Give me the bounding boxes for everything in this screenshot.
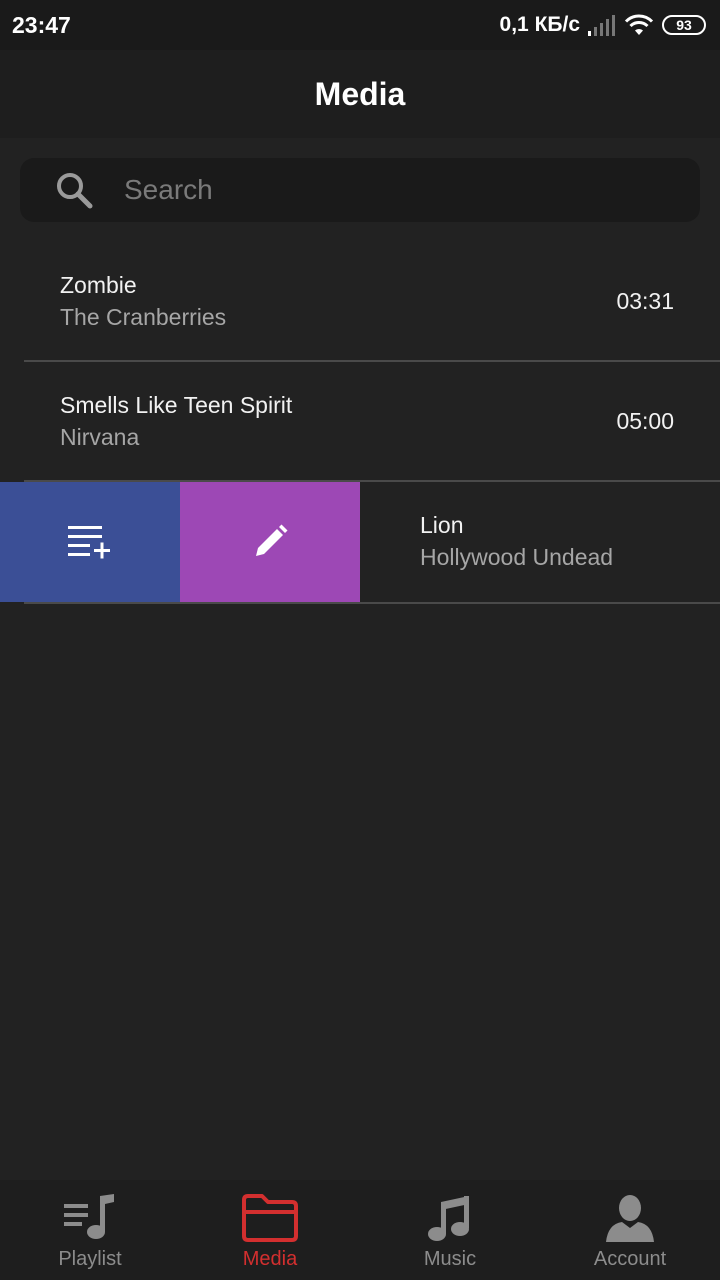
page-title: Media <box>314 75 406 112</box>
track-title: Zombie <box>60 272 137 298</box>
search-bar[interactable] <box>20 158 700 222</box>
track-artist: Nirvana <box>60 424 140 450</box>
edit-track-button[interactable] <box>180 482 360 602</box>
network-speed: 0,1 КБ/с <box>499 13 580 36</box>
account-icon <box>606 1195 654 1242</box>
pencil-icon <box>256 524 288 556</box>
add-to-playlist-button[interactable] <box>0 482 180 602</box>
folder-icon <box>242 1194 298 1242</box>
nav-item-music[interactable]: Music <box>360 1180 540 1280</box>
track-duration: 03:31 <box>616 288 674 314</box>
status-time: 23:47 <box>12 11 71 38</box>
track-title: Lion <box>420 512 464 538</box>
app-bar: Media <box>0 50 720 138</box>
search-input[interactable] <box>122 164 700 216</box>
track-row-smells-like-teen-spirit[interactable]: Smells Like Teen Spirit Nirvana 05:00 <box>24 362 720 482</box>
search-icon <box>57 173 93 209</box>
track-row-zombie[interactable]: Zombie The Cranberries 03:31 <box>24 242 720 362</box>
track-row-lion-swiped[interactable]: Lion Hollywood Undead <box>0 482 720 604</box>
track-artist: Hollywood Undead <box>420 544 614 570</box>
music-note-icon <box>428 1196 469 1241</box>
track-list: Zombie The Cranberries 03:31 Smells Like… <box>0 242 720 604</box>
nav-label-playlist: Playlist <box>58 1248 122 1270</box>
nav-item-media[interactable]: Media <box>180 1180 360 1280</box>
track-duration: 05:00 <box>616 408 674 434</box>
playlist-add-icon <box>68 526 110 559</box>
nav-item-playlist[interactable]: Playlist <box>0 1180 180 1280</box>
signal-icon <box>588 15 615 36</box>
row-divider <box>24 602 720 604</box>
status-bar: 23:47 0,1 КБ/с 93 <box>0 0 720 50</box>
nav-label-media: Media <box>242 1248 298 1270</box>
wifi-icon <box>624 14 654 35</box>
nav-label-music: Music <box>423 1248 477 1270</box>
battery-indicator: 93 <box>662 15 706 35</box>
track-title: Smells Like Teen Spirit <box>60 392 293 418</box>
playlist-music-icon <box>64 1194 114 1239</box>
track-artist: The Cranberries <box>60 304 227 330</box>
nav-item-account[interactable]: Account <box>540 1180 720 1280</box>
nav-label-account: Account <box>593 1248 667 1270</box>
status-indicators: 0,1 КБ/с 93 <box>500 13 706 37</box>
bottom-navigation: Playlist Media Music Account <box>0 1180 720 1280</box>
track-row-content[interactable]: Lion Hollywood Undead <box>360 482 720 602</box>
